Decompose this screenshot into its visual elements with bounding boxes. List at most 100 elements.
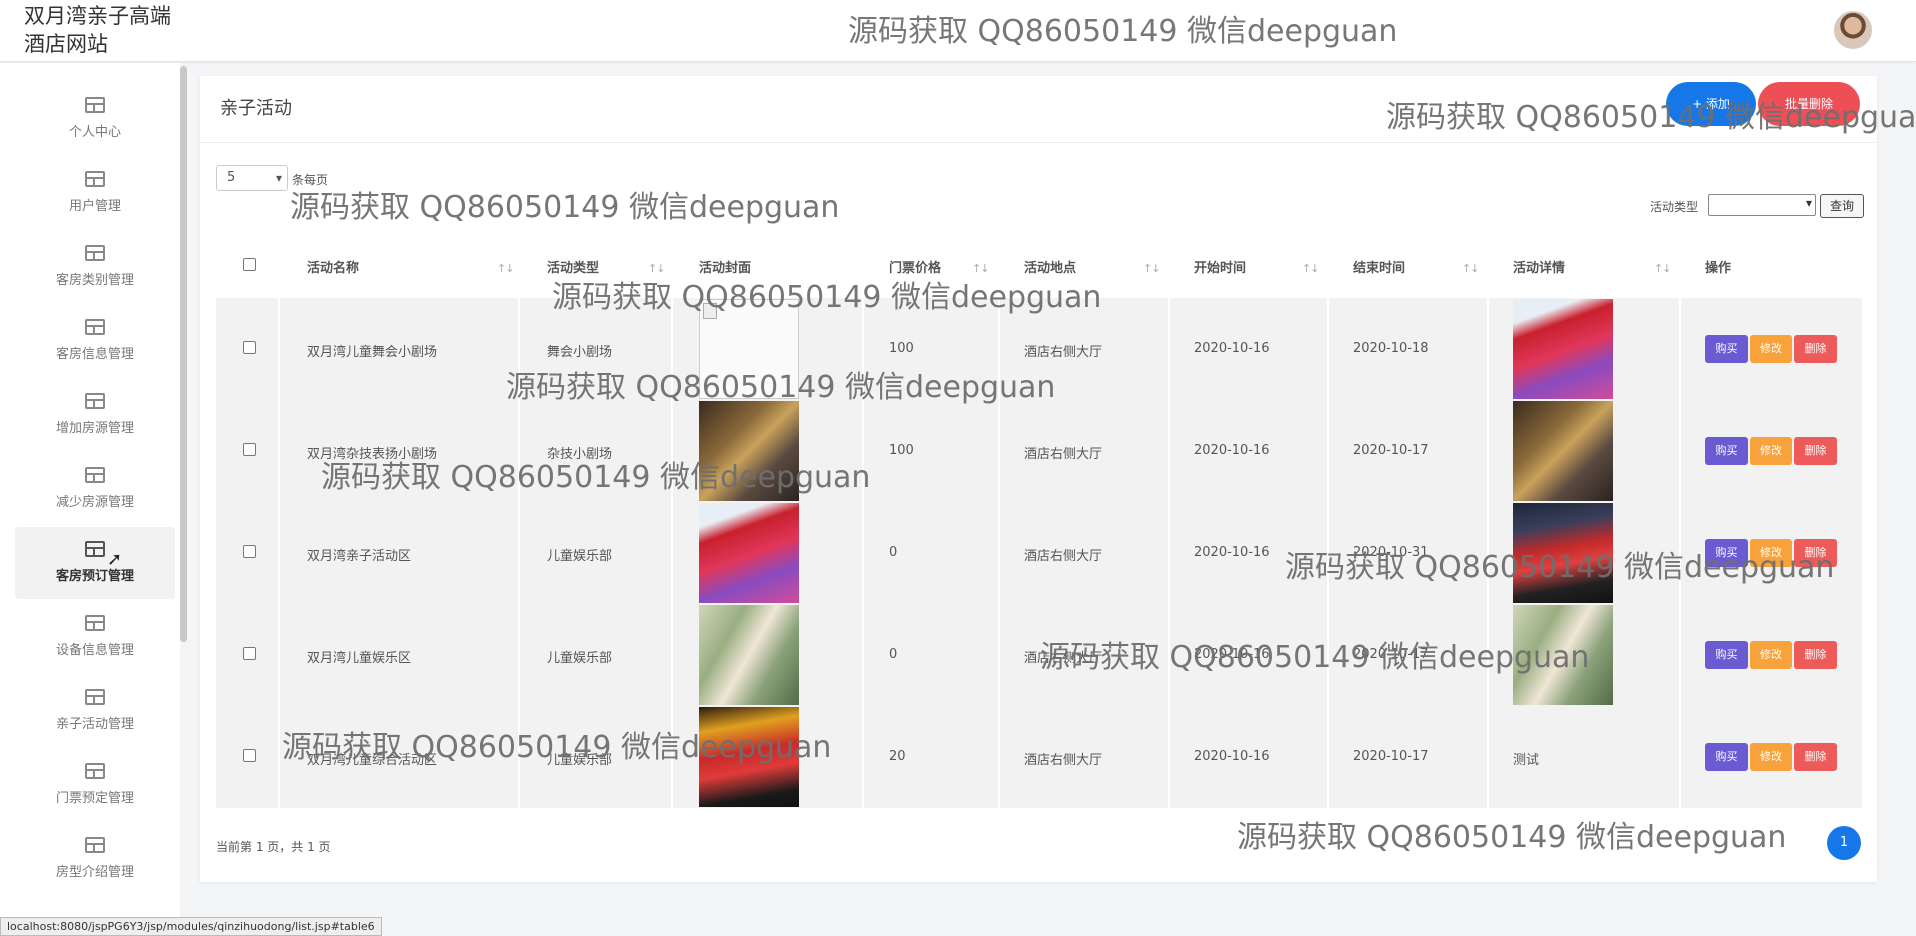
- sidebar-item-label: 客房预订管理: [55, 569, 134, 584]
- sidebar-item-room-types[interactable]: 房型介绍管理: [15, 823, 175, 895]
- sidebar-item-label: 增加房源管理: [55, 421, 134, 436]
- row-checkbox[interactable]: [243, 341, 256, 354]
- activity-location: 酒店右侧大厅: [1024, 345, 1103, 360]
- sort-icon[interactable]: ↑↓: [1654, 262, 1671, 275]
- buy-button[interactable]: 购买: [1705, 335, 1748, 363]
- main-panel: 亲子活动 + 添加 批量删除 5 条每页 活动类型 查询 活动名称 ↑↓ 活动类…: [200, 76, 1877, 882]
- table-icon: [85, 393, 105, 409]
- sidebar-item-label: 设备信息管理: [55, 643, 134, 658]
- sort-icon[interactable]: ↑↓: [1462, 262, 1479, 275]
- sort-icon[interactable]: ↑↓: [972, 262, 989, 275]
- column-header-price: 门票价格: [889, 261, 942, 276]
- buy-button[interactable]: 购买: [1705, 539, 1748, 567]
- batch-delete-button[interactable]: 批量删除: [1758, 82, 1860, 126]
- table-icon: [85, 763, 105, 779]
- activity-location: 酒店右侧大厅: [1024, 651, 1103, 666]
- sidebar-item-room-info[interactable]: 客房信息管理: [15, 305, 175, 377]
- cover-image: [699, 707, 799, 807]
- sort-icon[interactable]: ↑↓: [1302, 262, 1319, 275]
- sidebar-item-user-management[interactable]: 用户管理: [15, 157, 175, 229]
- buy-button[interactable]: 购买: [1705, 437, 1748, 465]
- table-icon: [85, 467, 105, 483]
- pagination-info: 当前第 1 页，共 1 页: [216, 840, 331, 854]
- buy-button[interactable]: 购买: [1705, 743, 1748, 771]
- edit-button[interactable]: 修改: [1750, 335, 1792, 363]
- sidebar-item-family-activities[interactable]: 亲子活动管理: [15, 675, 175, 747]
- start-date: 2020-10-16: [1194, 341, 1270, 356]
- row-checkbox[interactable]: [243, 443, 256, 456]
- sidebar-item-room-booking[interactable]: 客房预订管理: [15, 527, 175, 599]
- activity-name: 双月湾杂技表扬小剧场: [307, 447, 438, 462]
- row-checkbox[interactable]: [243, 545, 256, 558]
- activity-type-select[interactable]: [1708, 194, 1816, 216]
- delete-button[interactable]: 删除: [1794, 539, 1837, 567]
- detail-image: [1513, 401, 1613, 501]
- table-row: 双月湾儿童舞会小剧场 舞会小剧场 100 酒店右侧大厅 2020-10-16 2…: [216, 298, 1862, 400]
- activity-name: 双月湾亲子活动区: [307, 549, 412, 564]
- delete-button[interactable]: 删除: [1794, 743, 1837, 771]
- start-date: 2020-10-16: [1194, 545, 1270, 560]
- add-button[interactable]: + 添加: [1666, 82, 1756, 126]
- activity-type-label: 活动类型: [1650, 200, 1699, 214]
- detail-image: [1513, 503, 1613, 603]
- sidebar-item-personal-center[interactable]: 个人中心: [15, 83, 175, 155]
- detail-image: [1513, 605, 1613, 705]
- sidebar-scrollbar[interactable]: [180, 66, 187, 642]
- delete-button[interactable]: 删除: [1794, 641, 1837, 669]
- cover-image: [699, 503, 799, 603]
- end-date: 2020-10-17: [1353, 443, 1429, 458]
- sidebar-item-reduce-rooms[interactable]: 减少房源管理: [15, 453, 175, 525]
- end-date: 2020-10-17: [1353, 647, 1429, 662]
- sidebar-item-label: 个人中心: [68, 125, 121, 140]
- delete-button[interactable]: 删除: [1794, 437, 1837, 465]
- sort-icon[interactable]: ↑↓: [497, 262, 514, 275]
- table-row: 双月湾儿童娱乐区 儿童娱乐部 0 酒店右侧大厅 2020-10-16 2020-…: [216, 604, 1862, 706]
- detail-image: [1513, 299, 1613, 399]
- buy-button[interactable]: 购买: [1705, 641, 1748, 669]
- edit-button[interactable]: 修改: [1750, 743, 1792, 771]
- ticket-price: 20: [889, 749, 906, 764]
- query-button[interactable]: 查询: [1820, 194, 1864, 218]
- edit-button[interactable]: 修改: [1750, 641, 1792, 669]
- top-header: 双月湾亲子高端酒店网站 源码获取 QQ86050149 微信deepguan: [0, 0, 1916, 62]
- column-header-name: 活动名称: [307, 261, 360, 276]
- table-icon: [85, 615, 105, 631]
- sidebar-item-ticket-booking[interactable]: 门票预定管理: [15, 749, 175, 821]
- delete-button[interactable]: 删除: [1794, 335, 1837, 363]
- user-avatar[interactable]: [1834, 11, 1872, 49]
- sidebar-item-add-rooms[interactable]: 增加房源管理: [15, 379, 175, 451]
- column-header-location: 活动地点: [1024, 261, 1077, 276]
- table-icon: [85, 97, 105, 113]
- row-checkbox[interactable]: [243, 647, 256, 660]
- sort-icon[interactable]: ↑↓: [648, 262, 665, 275]
- edit-button[interactable]: 修改: [1750, 437, 1792, 465]
- sidebar: 个人中心 用户管理 客房类别管理 客房信息管理 增加房源管理 减少房源管理 客房…: [0, 63, 180, 936]
- page-size-select[interactable]: 5: [216, 165, 288, 191]
- activity-type: 儿童娱乐部: [547, 651, 613, 666]
- table-row: 双月湾儿童综合活动区 儿童娱乐部 20 酒店右侧大厅 2020-10-16 20…: [216, 706, 1862, 808]
- page-title: 亲子活动: [220, 98, 292, 119]
- table-icon: [85, 689, 105, 705]
- sidebar-item-label: 客房信息管理: [55, 347, 134, 362]
- mouse-cursor-icon: ➚: [107, 549, 123, 570]
- table-row: 双月湾杂技表扬小剧场 杂技小剧场 100 酒店右侧大厅 2020-10-16 2…: [216, 400, 1862, 502]
- activity-location: 酒店右侧大厅: [1024, 753, 1103, 768]
- page-number-button[interactable]: 1: [1827, 826, 1861, 860]
- sidebar-item-label: 亲子活动管理: [55, 717, 134, 732]
- edit-button[interactable]: 修改: [1750, 539, 1792, 567]
- cover-image: [699, 605, 799, 705]
- ticket-price: 100: [889, 341, 914, 356]
- activity-location: 酒店右侧大厅: [1024, 549, 1103, 564]
- select-all-checkbox[interactable]: [243, 258, 256, 271]
- sidebar-item-room-category[interactable]: 客房类别管理: [15, 231, 175, 303]
- table-icon: [85, 245, 105, 261]
- row-checkbox[interactable]: [243, 749, 256, 762]
- sidebar-item-equipment-info[interactable]: 设备信息管理: [15, 601, 175, 673]
- column-header-actions: 操作: [1705, 261, 1732, 276]
- broken-image-icon: [699, 299, 799, 399]
- ticket-price: 100: [889, 443, 914, 458]
- sidebar-item-label: 减少房源管理: [55, 495, 134, 510]
- activity-type: 舞会小剧场: [547, 345, 613, 360]
- sort-icon[interactable]: ↑↓: [1143, 262, 1160, 275]
- activity-name: 双月湾儿童娱乐区: [307, 651, 412, 666]
